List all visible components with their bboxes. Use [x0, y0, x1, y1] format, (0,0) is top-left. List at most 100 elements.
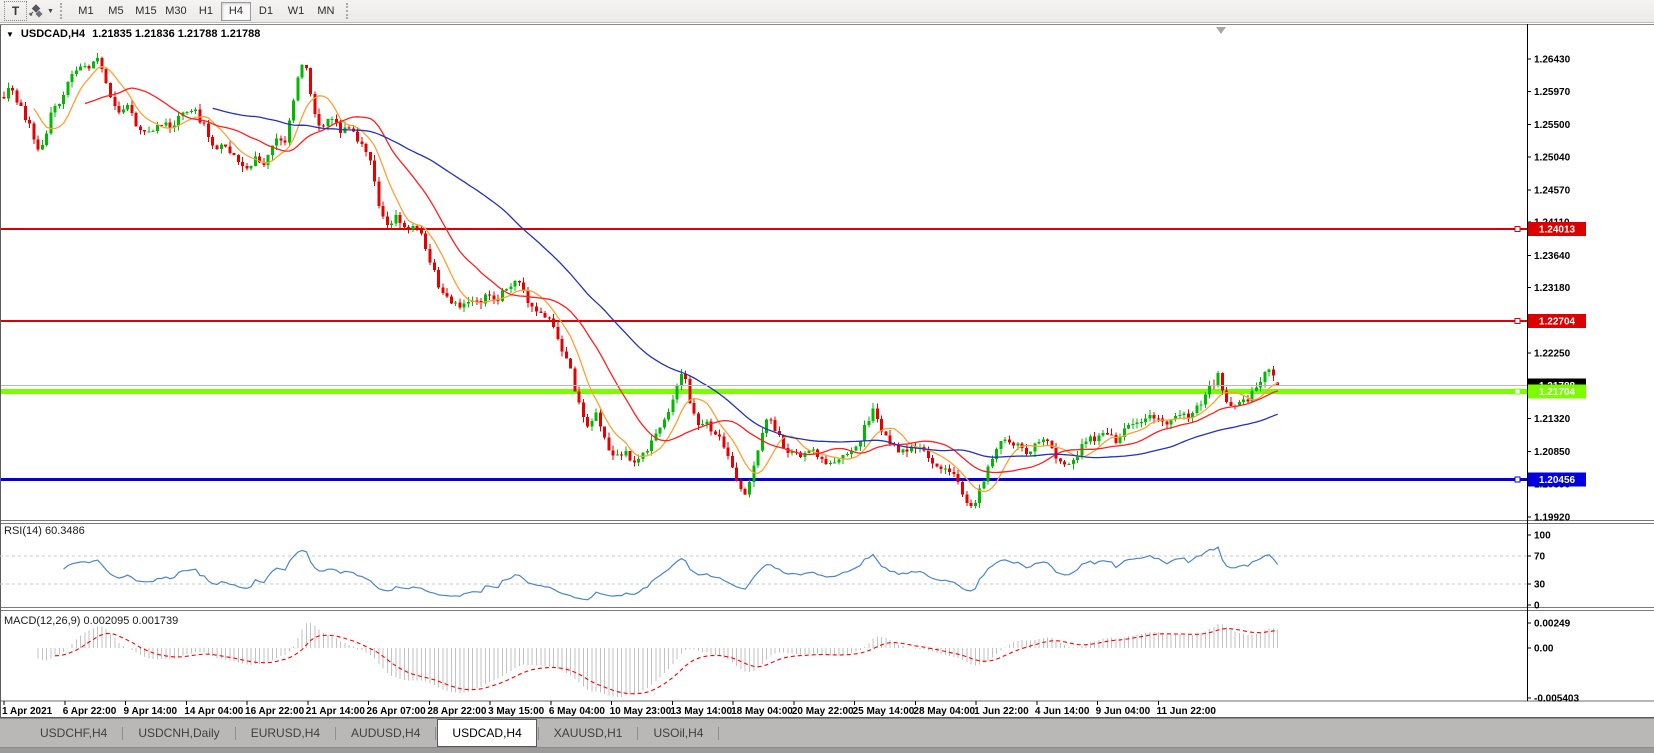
svg-text:1.20456: 1.20456	[1539, 475, 1576, 486]
svg-text:1.19920: 1.19920	[1534, 513, 1571, 524]
tab-separator	[538, 727, 539, 740]
hline-handle-resistance-upper	[1515, 227, 1520, 232]
chart-symbol-label: USDCAD,H4	[21, 28, 85, 40]
tab-audusd-h4[interactable]: AUDUSD,H4	[337, 721, 434, 745]
timeframe-button-m5[interactable]: M5	[101, 2, 131, 21]
chart-canvas[interactable]: 1.264301.259701.255001.250401.245701.241…	[0, 24, 1654, 718]
tab-separator	[335, 727, 336, 740]
chart-title[interactable]: ▼ USDCAD,H4 1.21835 1.21836 1.21788 1.21…	[6, 28, 260, 40]
toolbar-grip[interactable]	[346, 3, 351, 19]
svg-text:11 Jun 22:00: 11 Jun 22:00	[1156, 706, 1216, 717]
toolbar-grip[interactable]	[60, 3, 65, 19]
macd-panel	[38, 623, 1278, 697]
svg-text:70: 70	[1534, 552, 1546, 563]
svg-text:28 Apr 22:00: 28 Apr 22:00	[427, 706, 487, 717]
text-tool-icon: T	[12, 4, 19, 18]
svg-text:1.24013: 1.24013	[1539, 225, 1576, 236]
svg-text:14 Apr 04:00: 14 Apr 04:00	[184, 706, 244, 717]
svg-text:21 Apr 14:00: 21 Apr 14:00	[306, 706, 366, 717]
svg-text:1.22704: 1.22704	[1539, 317, 1576, 328]
rsi-indicator-label: RSI(14) 60.3486	[4, 525, 85, 537]
tab-usdcnh-daily[interactable]: USDCNH,Daily	[124, 721, 233, 745]
chart-shift-marker	[1216, 27, 1226, 34]
svg-text:1.21320: 1.21320	[1534, 414, 1571, 425]
svg-text:1.26430: 1.26430	[1534, 55, 1571, 66]
symbol-dropdown-caret-icon: ▼	[6, 30, 14, 39]
svg-text:1.23640: 1.23640	[1534, 251, 1571, 262]
tab-usdcad-h4[interactable]: USDCAD,H4	[437, 719, 536, 747]
timeframe-button-m15[interactable]: M15	[131, 2, 161, 21]
svg-text:0: 0	[1534, 601, 1540, 612]
hline-handle-pivot-green	[1515, 389, 1520, 394]
svg-text:6 May 04:00: 6 May 04:00	[549, 706, 606, 717]
timeframe-button-d1[interactable]: D1	[251, 2, 281, 21]
tab-separator	[637, 727, 638, 740]
svg-text:1.25500: 1.25500	[1534, 120, 1571, 131]
svg-text:1.20850: 1.20850	[1534, 447, 1571, 458]
tab-separator	[718, 727, 719, 740]
chart-tab-bar: USDCHF,H4USDCNH,DailyEURUSD,H4AUDUSD,H4U…	[0, 718, 1654, 753]
svg-text:25 May 14:00: 25 May 14:00	[853, 706, 915, 717]
tab-usdchf-h4[interactable]: USDCHF,H4	[26, 721, 121, 745]
svg-text:1.22250: 1.22250	[1534, 349, 1571, 360]
toolbar: T ▼ M1M5M15M30H1H4D1W1MN	[0, 0, 1654, 23]
tab-separator	[122, 727, 123, 740]
tab-separator	[435, 727, 436, 740]
svg-text:0.00249: 0.00249	[1534, 619, 1571, 630]
chart-ohlc-values: 1.21835 1.21836 1.21788 1.21788	[92, 28, 260, 40]
tab-usoil-h4[interactable]: USOil,H4	[639, 721, 717, 745]
moving-averages	[34, 67, 1278, 492]
svg-text:1.23180: 1.23180	[1534, 283, 1571, 294]
svg-text:-0.005403: -0.005403	[1534, 694, 1579, 705]
svg-text:9 Jun 04:00: 9 Jun 04:00	[1096, 706, 1151, 717]
svg-text:30: 30	[1534, 580, 1546, 591]
svg-text:16 Apr 22:00: 16 Apr 22:00	[245, 706, 305, 717]
svg-text:6 Apr 22:00: 6 Apr 22:00	[63, 706, 117, 717]
dropdown-caret-icon: ▼	[47, 8, 54, 15]
rsi-panel	[0, 547, 1527, 600]
macd-indicator-label: MACD(12,26,9) 0.002095 0.001739	[4, 615, 178, 627]
tab-bar-bottom-strip	[0, 747, 1654, 753]
svg-text:1.24570: 1.24570	[1534, 185, 1571, 196]
svg-text:26 Apr 07:00: 26 Apr 07:00	[367, 706, 427, 717]
svg-text:18 May 04:00: 18 May 04:00	[731, 706, 793, 717]
timeframe-toolbar: M1M5M15M30H1H4D1W1MN	[71, 2, 341, 21]
object-handles[interactable]	[1515, 227, 1520, 482]
hline-handle-support-blue	[1515, 477, 1520, 482]
text-tool-button[interactable]: T	[4, 1, 27, 21]
timeframe-button-mn[interactable]: MN	[311, 2, 341, 21]
time-axis[interactable]: 1 Apr 20216 Apr 22:009 Apr 14:0014 Apr 0…	[2, 701, 1216, 717]
rsi-line	[64, 547, 1278, 600]
svg-text:13 May 14:00: 13 May 14:00	[670, 706, 732, 717]
candlestick-series[interactable]	[3, 53, 1280, 509]
tab-separator	[235, 727, 236, 740]
svg-text:10 May 23:00: 10 May 23:00	[610, 706, 672, 717]
svg-text:20 May 22:00: 20 May 22:00	[792, 706, 854, 717]
svg-text:1.25040: 1.25040	[1534, 152, 1571, 163]
svg-text:4 Jun 14:00: 4 Jun 14:00	[1035, 706, 1090, 717]
svg-text:100: 100	[1534, 531, 1551, 542]
tab-xauusd-h1[interactable]: XAUUSD,H1	[540, 721, 637, 745]
slow-ma-line	[213, 108, 1278, 457]
svg-text:3 May 15:00: 3 May 15:00	[488, 706, 545, 717]
timeframe-button-h1[interactable]: H1	[191, 2, 221, 21]
svg-text:9 Apr 14:00: 9 Apr 14:00	[124, 706, 178, 717]
fast-ma-line	[34, 67, 1278, 492]
timeframe-button-m1[interactable]: M1	[71, 2, 101, 21]
crosshair-tool-icon	[29, 4, 44, 19]
timeframe-button-m30[interactable]: M30	[161, 2, 191, 21]
svg-text:0.00: 0.00	[1534, 644, 1554, 655]
svg-text:1.25970: 1.25970	[1534, 87, 1571, 98]
tab-eurusd-h4[interactable]: EURUSD,H4	[237, 721, 334, 745]
timeframe-button-h4[interactable]: H4	[221, 2, 251, 21]
cursor-tool-button[interactable]: ▼	[29, 2, 54, 20]
timeframe-button-w1[interactable]: W1	[281, 2, 311, 21]
panel-separators[interactable]	[0, 24, 1654, 718]
svg-text:1 Jun 22:00: 1 Jun 22:00	[974, 706, 1029, 717]
chart-window: ▼ USDCAD,H4 1.21835 1.21836 1.21788 1.21…	[0, 24, 1654, 718]
medium-ma-line	[85, 88, 1278, 473]
price-axis[interactable]: 1.264301.259701.255001.250401.245701.241…	[1527, 24, 1579, 705]
chart-tabs: USDCHF,H4USDCNH,DailyEURUSD,H4AUDUSD,H4U…	[0, 719, 1654, 747]
hline-handle-resistance-lower	[1515, 319, 1520, 324]
svg-text:1.21704: 1.21704	[1539, 387, 1576, 398]
